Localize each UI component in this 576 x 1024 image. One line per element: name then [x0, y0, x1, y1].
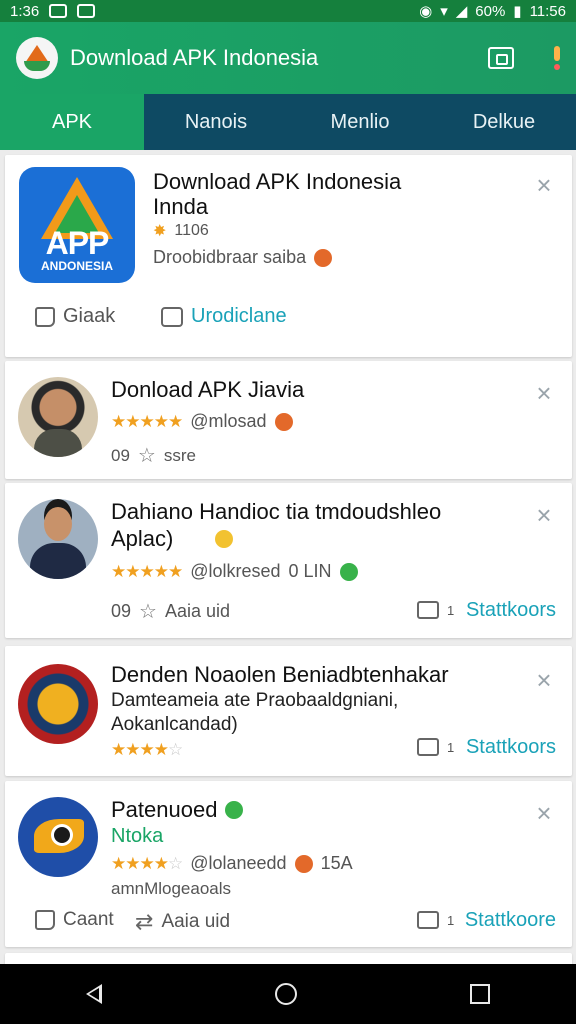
item-title: Donload APK Jiavia — [111, 377, 305, 402]
battery-text: 60% — [475, 2, 506, 20]
image-icon — [77, 4, 96, 18]
close-icon[interactable]: × — [534, 380, 554, 406]
list-item[interactable]: Denden Noaolen Beniadbtenhakar Damteamei… — [5, 646, 572, 776]
avatar — [18, 664, 98, 744]
avatar — [18, 377, 98, 457]
badge-icon — [339, 562, 358, 581]
chat-icon[interactable] — [417, 911, 439, 929]
list-item[interactable]: APP ANDONESIA Download APK Indonesia Inn… — [5, 155, 572, 357]
status-time-left: 1:36 — [10, 2, 40, 20]
action-link[interactable]: Stattkoore — [465, 909, 556, 932]
verified-icon — [225, 801, 244, 819]
tab-bar: APK Nanois Menlio Delkue — [0, 94, 576, 150]
chat-count: 1 — [447, 912, 455, 928]
item-title: Patenuoed — [111, 797, 218, 822]
item-meta: Droobidbraar saiba — [153, 247, 307, 267]
home-icon[interactable] — [274, 983, 297, 1005]
chat-count: 1 — [447, 739, 455, 755]
share-button[interactable]: ⇄ Aaia uid — [135, 909, 230, 935]
item-title: Dahiano Handioc tia tmdoudshleo — [111, 499, 442, 524]
like-label: Giaak — [63, 305, 116, 327]
tab-menlio[interactable]: Menlio — [288, 94, 432, 150]
item-title: Download APK Indonesia — [153, 169, 402, 194]
item-handle: @mlosad — [190, 411, 267, 431]
fire-icon: ✸ — [153, 223, 167, 240]
signal-icon: ◢ — [455, 3, 468, 20]
comment-label: Urodiclane — [191, 305, 287, 327]
status-bar: 1:36 ◉ ▾ ◢ 60% ▮ 11:56 — [0, 0, 576, 22]
alert-icon[interactable] — [554, 46, 560, 70]
item-count: 09 — [111, 445, 130, 465]
close-icon[interactable]: × — [534, 800, 554, 826]
like-label: Caant — [63, 909, 114, 930]
chat-icon[interactable] — [417, 738, 439, 756]
system-nav-bar — [0, 964, 576, 1024]
badge-icon — [274, 412, 293, 431]
emoji-icon — [215, 530, 234, 548]
item-count: 09 — [111, 601, 132, 621]
app-bar: Download APK Indonesia — [0, 22, 576, 94]
comment-button[interactable]: Urodiclane — [161, 305, 287, 328]
list-item[interactable]: Dahiano Handioc tia tmdoudshleo Aplac) ★… — [5, 483, 572, 638]
share-label: Aaia uid — [161, 911, 231, 932]
status-time-right: 11:56 — [529, 2, 566, 20]
wifi-icon: ▾ — [440, 3, 448, 20]
avatar — [18, 797, 98, 877]
like-icon — [35, 910, 55, 930]
chat-count: 1 — [447, 602, 455, 618]
close-icon[interactable]: × — [534, 502, 554, 528]
item-desc-line2: Aokanlcandad) — [111, 714, 238, 735]
rating-stars: ★★★★☆ — [111, 853, 183, 873]
item-subtitle: Ntoka — [111, 825, 164, 847]
rating-stars: ★★★★★ — [111, 561, 183, 581]
action-link[interactable]: Stattkoors — [466, 736, 556, 759]
share-icon: ⇄ — [135, 909, 154, 934]
app-icon-text: APP — [45, 225, 110, 261]
tab-nanois[interactable]: Nanois — [144, 94, 288, 150]
item-extra: 0 LIN — [288, 561, 332, 581]
item-extra: 15A — [320, 853, 353, 873]
battery-icon: ▮ — [513, 3, 522, 20]
list-item[interactable]: Donload APK Jiavia ★★★★★ @mlosad 09 ☆ ss… — [5, 361, 572, 479]
star-outline-icon[interactable]: ☆ — [138, 443, 156, 468]
like-button[interactable]: Giaak — [35, 305, 115, 328]
alarm-icon: ◉ — [419, 3, 433, 20]
item-desc: Damteameia ate Praobaaldgniani, — [111, 690, 399, 711]
avatar — [18, 499, 98, 579]
star-outline-icon[interactable]: ☆ — [139, 599, 157, 624]
item-title-line2: Aplac) — [111, 526, 174, 551]
like-icon — [35, 306, 55, 327]
badge-icon — [314, 248, 333, 267]
tab-apk[interactable]: APK — [0, 94, 144, 150]
back-icon[interactable] — [86, 984, 103, 1004]
chat-icon[interactable] — [417, 601, 439, 619]
app-logo[interactable] — [16, 37, 58, 79]
cast-icon[interactable] — [488, 47, 514, 69]
item-title-line2: Innda — [153, 194, 209, 219]
comment-icon — [161, 306, 183, 327]
item-handle: @lolaneedd — [190, 853, 287, 873]
item-count-label: Aaia uid — [164, 601, 231, 621]
item-count-label: ssre — [163, 445, 196, 465]
badge-icon — [294, 854, 313, 873]
close-icon[interactable]: × — [534, 667, 554, 693]
rating-stars: ★★★★☆ — [111, 740, 183, 759]
list-item[interactable]: Patenuoed Ntoka ★★★★☆ @lolaneedd 15A amn… — [5, 781, 572, 947]
like-button[interactable]: Caant — [35, 909, 114, 931]
action-link[interactable]: Stattkoors — [466, 599, 556, 622]
app-title: Download APK Indonesia — [70, 45, 319, 70]
item-handle: @lolkresed — [190, 561, 281, 581]
app-icon-apk: APP ANDONESIA — [19, 167, 135, 283]
tab-delkue[interactable]: Delkue — [432, 94, 576, 150]
item-meta: amnMlogeaoals — [111, 879, 232, 898]
app-icon-subtext: ANDONESIA — [40, 259, 113, 273]
rating-stars: ★★★★★ — [111, 411, 183, 431]
close-icon[interactable]: × — [534, 172, 554, 198]
rating-count: 1106 — [174, 222, 209, 239]
item-title: Denden Noaolen Beniadbtenhakar — [111, 662, 449, 687]
recents-icon[interactable] — [469, 984, 490, 1004]
notification-icon — [49, 4, 68, 18]
